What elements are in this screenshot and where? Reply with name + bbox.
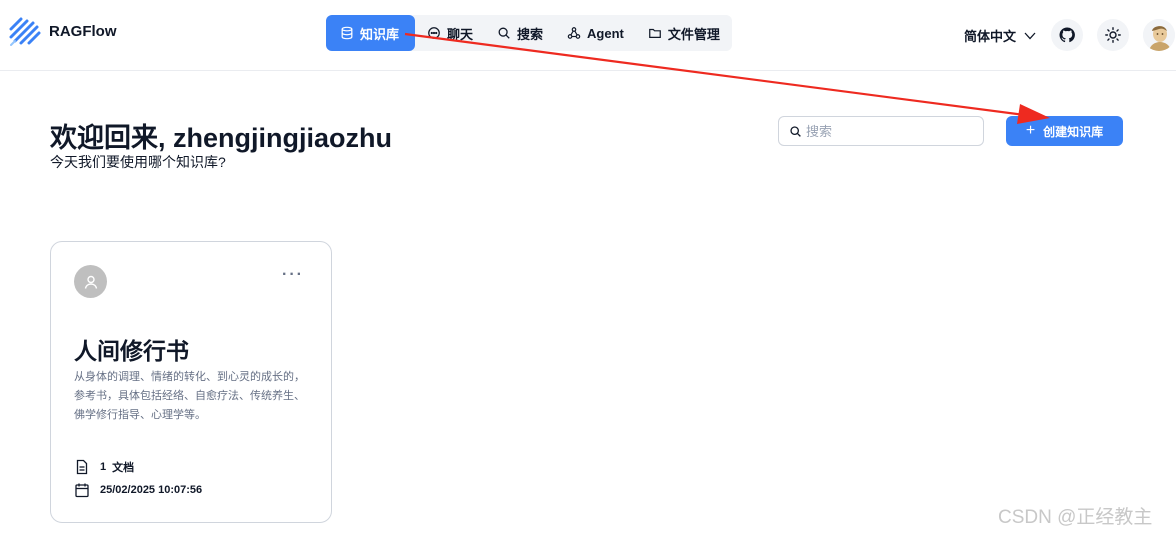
nav-knowledge-base[interactable]: 知识库 (326, 15, 415, 51)
welcome-subtitle: 今天我们要使用哪个知识库? (50, 154, 226, 170)
github-icon (1059, 27, 1075, 43)
nav-label: 文件管理 (667, 26, 720, 42)
search-icon (498, 27, 510, 39)
language-selector[interactable]: 简体中文 (964, 26, 1036, 45)
top-navigation-bar: RAGFlow 知识库 聊天 搜索 Agent 文件管理 简体中文 (0, 0, 1176, 71)
user-avatar-image (1143, 19, 1175, 51)
welcome-heading: 欢迎回来, zhengjingjiaozhu (50, 123, 392, 153)
user-placeholder-icon (84, 275, 97, 289)
folder-icon (649, 28, 661, 38)
nav-chat[interactable]: 聊天 (415, 15, 485, 51)
app-name: RAGFlow (49, 22, 117, 40)
nav-label: 搜索 (517, 26, 544, 42)
watermark: CSDN @正经教主 (998, 507, 1153, 528)
knowledge-base-card[interactable]: ··· 人间修行书 从身体的调理、情绪的转化、到心灵的成长的，参考书，具体包括经… (50, 241, 332, 523)
knowledge-base-description: 从身体的调理、情绪的转化、到心灵的成长的，参考书，具体包括经络、自愈疗法、传统养… (74, 371, 305, 421)
plus-icon: + (1025, 122, 1036, 139)
document-icon (76, 459, 88, 475)
agent-graph-icon (567, 27, 581, 39)
nav-agent[interactable]: Agent (555, 15, 636, 51)
search-input[interactable] (806, 123, 976, 139)
ragflow-logo-icon (9, 17, 41, 46)
nav-label: 知识库 (360, 26, 400, 42)
create-button-label: 创建知识库 (1043, 124, 1104, 139)
more-options-icon[interactable]: ··· (282, 266, 304, 284)
knowledge-base-title: 人间修行书 (74, 338, 189, 364)
knowledge-base-doc-count: 1 文档 (74, 459, 134, 475)
language-label: 简体中文 (964, 29, 1017, 44)
doc-count-label: 文档 (112, 462, 135, 474)
search-icon (790, 125, 801, 137)
nav-file-management[interactable]: 文件管理 (636, 15, 732, 51)
database-icon (341, 26, 353, 40)
app-logo[interactable]: RAGFlow (9, 15, 117, 47)
chevron-down-icon (1024, 32, 1036, 39)
main-nav: 知识库 聊天 搜索 Agent 文件管理 (326, 15, 732, 51)
calendar-icon (75, 483, 89, 498)
knowledge-base-updated: 25/02/2025 10:07:56 (74, 482, 202, 498)
nav-search[interactable]: 搜索 (485, 15, 555, 51)
knowledge-base-avatar (74, 265, 107, 298)
create-knowledge-base-button[interactable]: + 创建知识库 (1006, 116, 1123, 146)
user-avatar[interactable] (1143, 19, 1175, 51)
sun-icon (1105, 27, 1121, 43)
updated-timestamp: 25/02/2025 10:07:56 (100, 484, 203, 496)
nav-label: Agent (587, 25, 624, 41)
knowledge-base-search[interactable] (778, 116, 984, 146)
chat-icon (428, 27, 440, 39)
nav-label: 聊天 (447, 26, 474, 42)
theme-toggle-button[interactable] (1097, 19, 1129, 51)
github-button[interactable] (1051, 19, 1083, 51)
doc-count-value: 1 (100, 461, 107, 473)
